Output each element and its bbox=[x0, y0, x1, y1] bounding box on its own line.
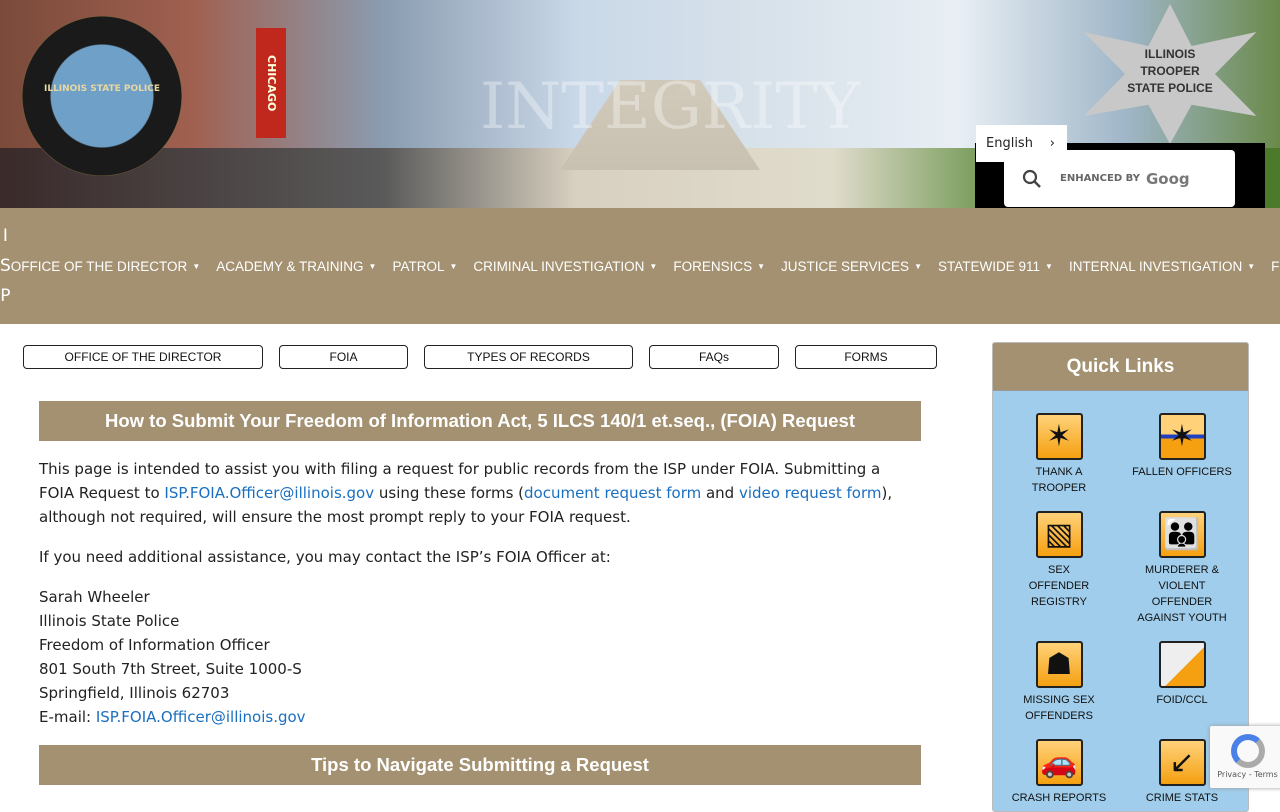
family-icon: 👪 bbox=[1158, 511, 1206, 558]
nav-internal-investigation[interactable]: INTERNAL INVESTIGATION ▼ bbox=[1069, 259, 1255, 274]
caret-down-icon: ▼ bbox=[914, 262, 922, 272]
contact-city: Springfield, Illinois 62703 bbox=[39, 684, 230, 702]
isp-nav-logo[interactable]: I S P bbox=[0, 221, 11, 311]
car-crash-icon: 🚗 bbox=[1035, 739, 1083, 786]
quick-link-crash-reports[interactable]: 🚗 CRASH REPORTS bbox=[999, 739, 1119, 806]
chevron-right-icon: › bbox=[1049, 136, 1055, 151]
terms-link[interactable]: Terms bbox=[1254, 770, 1278, 779]
search-icon bbox=[1022, 169, 1041, 188]
caret-down-icon: ▼ bbox=[1247, 262, 1256, 272]
logo-letter: P bbox=[0, 286, 11, 306]
video-request-form-link[interactable]: video request form bbox=[739, 484, 882, 502]
faqs-button[interactable]: FAQs bbox=[649, 345, 779, 369]
caret-down-icon: ▼ bbox=[1045, 262, 1053, 272]
contact-block: Sarah Wheeler Illinois State Police Free… bbox=[39, 585, 919, 729]
tips-heading: Tips to Navigate Submitting a Request bbox=[39, 745, 921, 785]
forms-button[interactable]: FORMS bbox=[795, 345, 937, 369]
caret-down-icon: ▼ bbox=[449, 262, 458, 272]
nav-academy-training[interactable]: ACADEMY & TRAINING ▼ bbox=[216, 259, 376, 274]
contact-street: 801 South 7th Street, Suite 1000-S bbox=[39, 660, 302, 678]
nav-forensics[interactable]: FORENSICS ▼ bbox=[673, 259, 765, 274]
quick-link-missing-sex-offenders[interactable]: ☗ MISSING SEX OFFENDERS bbox=[999, 641, 1119, 724]
logo-letter: I bbox=[2, 226, 8, 246]
contact-org: Illinois State Police bbox=[39, 612, 180, 630]
nav-criminal-investigation[interactable]: CRIMINAL INVESTIGATION ▼ bbox=[473, 259, 657, 274]
star-badge-icon: ✶ bbox=[1035, 413, 1083, 460]
nav-justice-services[interactable]: JUSTICE SERVICES ▼ bbox=[781, 259, 922, 274]
quick-link-foid-ccl[interactable]: FOID/CCL bbox=[1122, 641, 1242, 708]
page-title: How to Submit Your Freedom of Informatio… bbox=[39, 401, 921, 441]
chicago-sign: CHICAGO bbox=[256, 28, 286, 138]
caret-down-icon: ▼ bbox=[757, 262, 766, 272]
header-banner: INTEGRITY CHICAGO ILLINOIS STATE POLICE … bbox=[0, 0, 1280, 208]
illinois-map-icon: ↙ bbox=[1158, 739, 1206, 786]
badge-text: ILLINOIS TROOPER STATE POLICE bbox=[1127, 47, 1213, 95]
main-nav: I S P OFFICE OF THE DIRECTOR ▼ ACADEMY & … bbox=[0, 208, 1280, 324]
quick-link-murderer-violent-offender[interactable]: 👪 MURDERER & VIOLENT OFFENDER AGAINST YOU… bbox=[1122, 511, 1242, 626]
contact-email-link[interactable]: ISP.FOIA.Officer@illinois.gov bbox=[96, 708, 306, 726]
contact-name: Sarah Wheeler bbox=[39, 588, 150, 606]
recaptcha-icon bbox=[1230, 734, 1265, 768]
seal-text: ILLINOIS STATE POLICE bbox=[43, 84, 160, 94]
foia-button[interactable]: FOIA bbox=[279, 345, 408, 369]
quick-link-sex-offender-registry[interactable]: ▧ SEX OFFENDER REGISTRY bbox=[999, 511, 1119, 610]
recaptcha-badge[interactable]: Privacy - Terms bbox=[1210, 726, 1280, 788]
id-card-icon bbox=[1158, 641, 1206, 688]
foia-email-link[interactable]: ISP.FOIA.Officer@illinois.gov bbox=[164, 484, 374, 502]
language-selector[interactable]: English › bbox=[976, 125, 1067, 162]
mourning-badge-icon: ✶ bbox=[1158, 413, 1206, 460]
fingerprint-photo-icon: ▧ bbox=[1035, 511, 1083, 558]
contact-title: Freedom of Information Officer bbox=[39, 636, 270, 654]
enhanced-by-label: ENHANCED BY bbox=[1060, 173, 1140, 184]
quick-links-title: Quick Links bbox=[993, 343, 1248, 391]
caret-down-icon: ▼ bbox=[192, 262, 201, 272]
intro-paragraph: This page is intended to assist you with… bbox=[39, 460, 893, 526]
language-label: English bbox=[986, 136, 1033, 151]
google-brand: Goog bbox=[1145, 169, 1190, 188]
caret-down-icon: ▼ bbox=[649, 262, 658, 272]
types-of-records-button[interactable]: TYPES OF RECORDS bbox=[424, 345, 633, 369]
privacy-link[interactable]: Privacy bbox=[1217, 770, 1246, 779]
document-request-form-link[interactable]: document request form bbox=[524, 484, 701, 502]
nav-patrol[interactable]: PATROL ▼ bbox=[392, 259, 457, 274]
office-of-the-director-button[interactable]: OFFICE OF THE DIRECTOR bbox=[23, 345, 263, 369]
nav-statewide-911[interactable]: STATEWIDE 911 ▼ bbox=[938, 259, 1053, 274]
assistance-paragraph: If you need additional assistance, you m… bbox=[39, 548, 611, 566]
banner-watermark: INTEGRITY bbox=[480, 70, 861, 144]
logo-letter: S bbox=[0, 256, 11, 276]
nav-office-of-the-director[interactable]: OFFICE OF THE DIRECTOR ▼ bbox=[11, 259, 200, 274]
isp-seal-logo[interactable]: ILLINOIS STATE POLICE bbox=[22, 16, 182, 176]
trooper-badge-image: ILLINOIS TROOPER STATE POLICE bbox=[1083, 4, 1257, 144]
people-icon: ☗ bbox=[1035, 641, 1083, 688]
quick-link-thank-a-trooper[interactable]: ✶ THANK A TROOPER bbox=[999, 413, 1119, 496]
quick-link-fallen-officers[interactable]: ✶ FALLEN OFFICERS bbox=[1122, 413, 1242, 480]
email-label: E-mail: bbox=[39, 708, 96, 726]
nav-foid-card-review[interactable]: FOID CARD REVIEW bbox=[1271, 259, 1280, 274]
caret-down-icon: ▼ bbox=[368, 262, 377, 272]
